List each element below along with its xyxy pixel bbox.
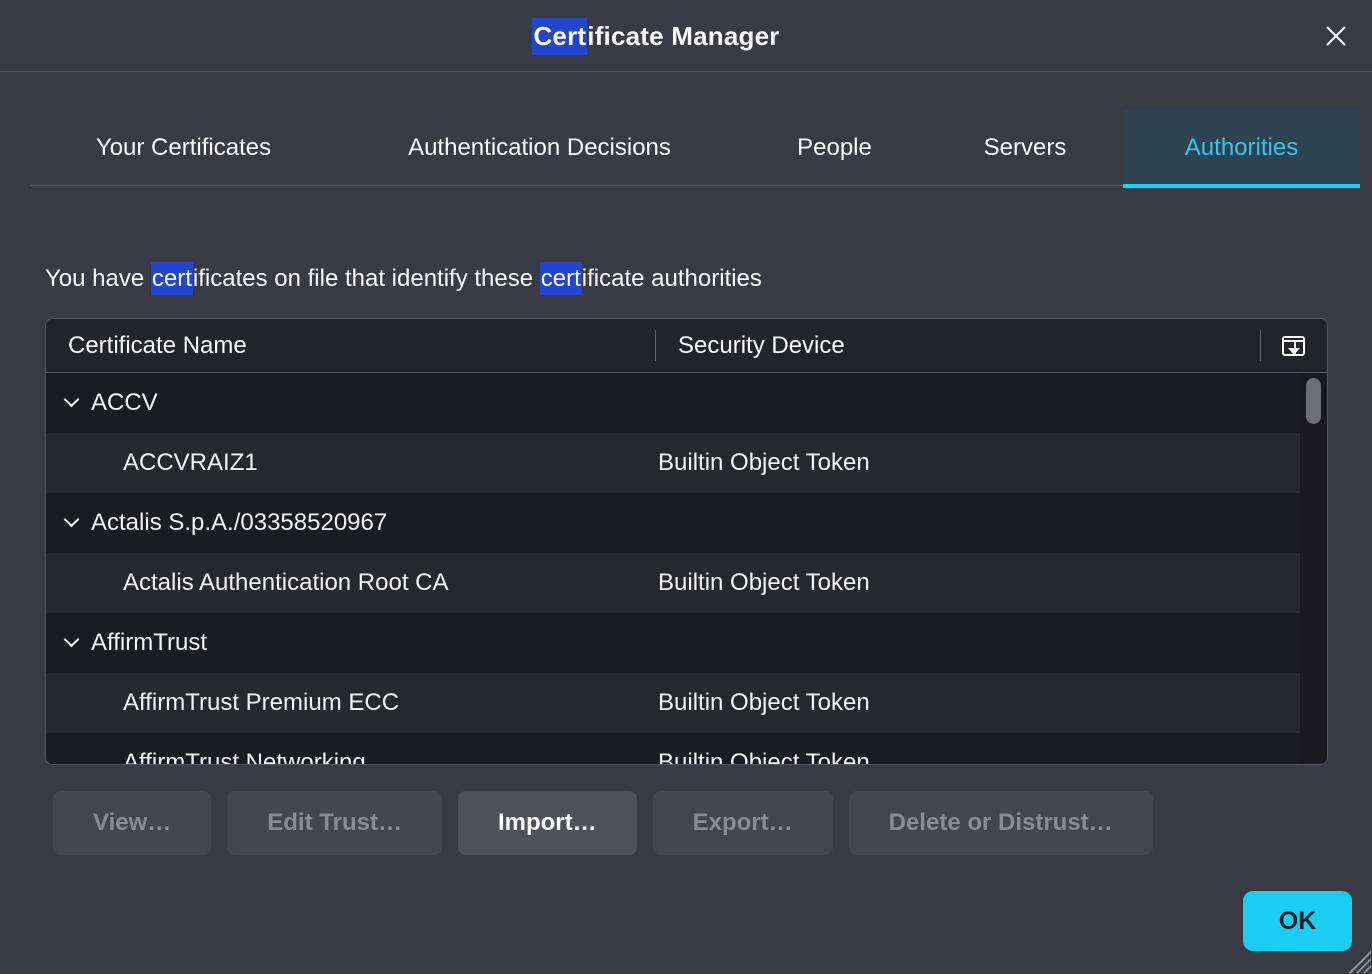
tab-label: People	[797, 134, 872, 162]
security-device-cell: Builtin Object Token	[656, 449, 1327, 477]
scrollbar-track[interactable]	[1300, 373, 1327, 764]
column-picker-button[interactable]	[1271, 331, 1315, 361]
scrollbar-thumb[interactable]	[1306, 378, 1321, 424]
column-header-certificate-name[interactable]: Certificate Name	[46, 332, 656, 360]
table-header: Certificate Name Security Device	[46, 319, 1327, 373]
certificate-name-cell: AffirmTrust	[46, 613, 656, 673]
import-button[interactable]: Import…	[458, 791, 637, 855]
certificate-name-cell: Actalis Authentication Root CA	[46, 553, 656, 613]
chevron-down-icon[interactable]	[64, 632, 80, 648]
certificate-name-text: Actalis Authentication Root CA	[123, 569, 449, 597]
tab-label: Servers	[984, 134, 1067, 162]
text-run: ificate authorities	[582, 265, 762, 292]
text-run: ificate Manager	[587, 21, 779, 52]
table-row-actalis-authentication-root-ca[interactable]: Actalis Authentication Root CA Builtin Ob…	[46, 553, 1327, 613]
dialog-title: Certificate Manager	[0, 0, 1312, 72]
certificate-name-text: ACCVRAIZ1	[123, 449, 258, 477]
description-text: You have certificates on file that ident…	[45, 262, 1327, 296]
column-header-security-device[interactable]: Security Device	[656, 332, 1327, 360]
certificate-name-text: ACCV	[91, 389, 158, 417]
table-row-actalis-s-p-a-03358520967[interactable]: Actalis S.p.A./03358520967	[46, 493, 1327, 553]
find-highlight: Cert	[532, 18, 587, 55]
table-row-accvraiz1[interactable]: ACCVRAIZ1 Builtin Object Token	[46, 433, 1327, 493]
export-button[interactable]: Export…	[653, 791, 833, 855]
edit-trust-button[interactable]: Edit Trust…	[227, 791, 442, 855]
table-row-affirmtrust[interactable]: AffirmTrust	[46, 613, 1327, 673]
security-device-cell: Builtin Object Token	[656, 689, 1327, 717]
resize-grip[interactable]	[1347, 949, 1371, 973]
certificate-name-text: AffirmTrust Premium ECC	[123, 689, 399, 717]
find-highlight: cert	[540, 262, 582, 295]
table-row-accv[interactable]: ACCV	[46, 373, 1327, 433]
tab-label: Your Certificates	[96, 134, 271, 162]
column-separator	[1260, 330, 1261, 361]
certificate-name-text: AffirmTrust	[91, 629, 207, 657]
text-run: You have	[45, 265, 151, 292]
ok-button[interactable]: OK	[1243, 891, 1352, 951]
certificate-name-cell: AffirmTrust Networking	[46, 733, 656, 764]
certificate-name-text: Actalis S.p.A./03358520967	[91, 509, 387, 537]
tab-label: Authentication Decisions	[408, 134, 671, 162]
close-button[interactable]	[1320, 20, 1352, 52]
text-run: ificates on file that identify these	[193, 265, 540, 292]
certificate-name-cell: ACCVRAIZ1	[46, 433, 656, 493]
certificate-name-cell: Actalis S.p.A./03358520967	[46, 493, 656, 553]
chevron-down-icon[interactable]	[64, 392, 80, 408]
table-row-affirmtrust-networking[interactable]: AffirmTrust Networking Builtin Object Tok…	[46, 733, 1327, 764]
delete-or-distrust-button[interactable]: Delete or Distrust…	[849, 791, 1153, 855]
certificate-table: Certificate Name Security Device ACCV ACC…	[45, 318, 1328, 765]
certificate-name-text: AffirmTrust Networking	[123, 749, 366, 764]
dialog-titlebar: Certificate Manager	[0, 0, 1372, 72]
tab-strip: Your Certificates Authentication Decision…	[30, 110, 1360, 186]
security-device-cell: Builtin Object Token	[656, 569, 1327, 597]
table-body: ACCVACCVRAIZ1Builtin Object TokenActalis…	[46, 373, 1327, 764]
view-button[interactable]: View…	[53, 791, 211, 855]
chevron-down-icon[interactable]	[64, 512, 80, 528]
find-highlight: cert	[151, 262, 193, 295]
column-picker-icon	[1282, 336, 1305, 356]
table-row-affirmtrust-premium-ecc[interactable]: AffirmTrust Premium ECC Builtin Object To…	[46, 673, 1327, 733]
certificate-name-cell: AffirmTrust Premium ECC	[46, 673, 656, 733]
certificate-name-cell: ACCV	[46, 373, 656, 433]
column-separator	[655, 330, 656, 361]
tab-authorities[interactable]: Authorities	[1123, 110, 1360, 185]
tab-people[interactable]: People	[742, 110, 927, 185]
security-device-cell: Builtin Object Token	[656, 749, 1327, 764]
tab-servers[interactable]: Servers	[927, 110, 1123, 185]
action-button-row: View…Edit Trust…Import…Export…Delete or …	[53, 791, 1319, 855]
tab-label: Authorities	[1185, 134, 1298, 162]
tab-authentication-decisions[interactable]: Authentication Decisions	[337, 110, 742, 185]
tab-your-certificates[interactable]: Your Certificates	[30, 110, 337, 185]
